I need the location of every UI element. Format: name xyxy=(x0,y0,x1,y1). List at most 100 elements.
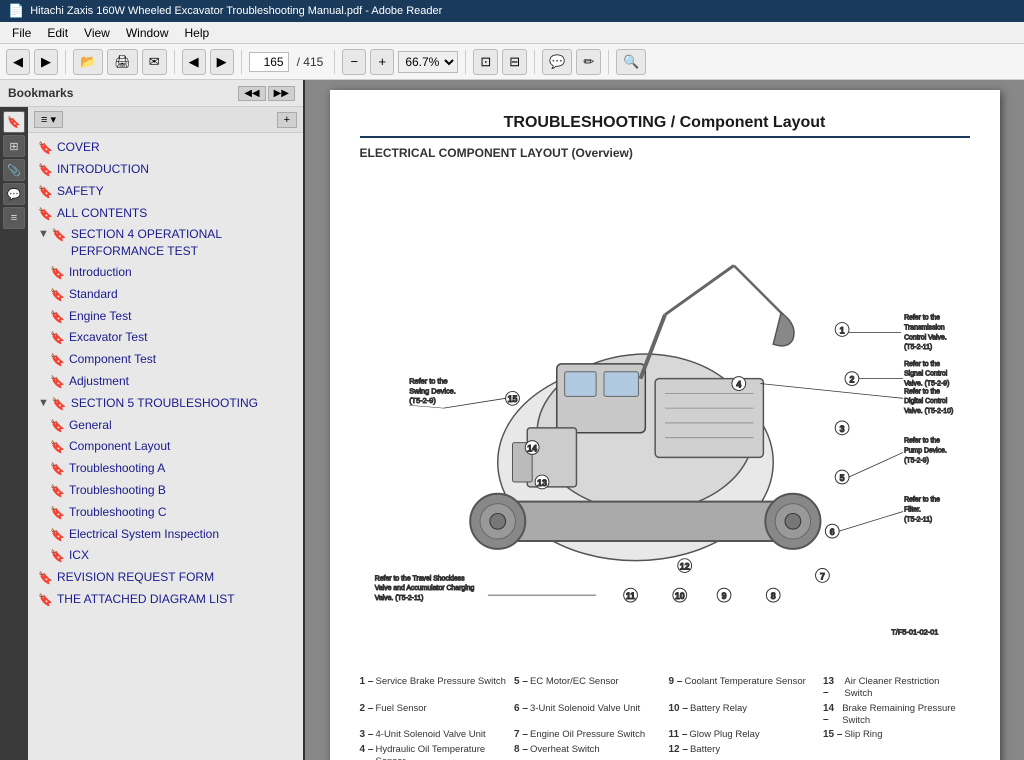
svg-text:Refer to the: Refer to the xyxy=(409,377,447,386)
back-btn[interactable]: ◀ xyxy=(6,49,30,75)
markup-btn[interactable]: ✏ xyxy=(576,49,601,75)
next-page-btn[interactable]: ▶ xyxy=(210,49,234,75)
expand-btn[interactable]: ▶▶ xyxy=(268,86,295,101)
bookmark-section5[interactable]: ▼ 🔖 SECTION 5 TROUBLESHOOTING xyxy=(28,393,303,415)
bookmarks-options-btn[interactable]: ≡ ▾ xyxy=(34,111,63,128)
svg-text:5: 5 xyxy=(839,473,844,483)
svg-text:Valve and Accumulator Charging: Valve and Accumulator Charging xyxy=(374,585,474,592)
zoom-in-btn[interactable]: + xyxy=(370,49,394,75)
sidebar: Bookmarks ◀◀ ▶▶ 🔖 ⊞ 📎 💬 ≡ ≡ ▾ + xyxy=(0,80,305,760)
bookmark-label: ICX xyxy=(69,547,297,564)
separator-3 xyxy=(241,50,242,74)
menu-help[interactable]: Help xyxy=(177,24,218,42)
bookmark-engine-test[interactable]: 🔖 Engine Test xyxy=(28,306,303,328)
bookmark-cover[interactable]: 🔖 COVER xyxy=(28,137,303,159)
bookmark-troubleshooting-c[interactable]: 🔖 Troubleshooting C xyxy=(28,502,303,524)
bookmark-safety[interactable]: 🔖 SAFETY xyxy=(28,181,303,203)
bookmark-label: ALL CONTENTS xyxy=(57,205,297,222)
pages-tab[interactable]: ⊞ xyxy=(3,135,25,157)
bookmark-icon: 🔖 xyxy=(52,396,67,413)
attachments-tab[interactable]: 📎 xyxy=(3,159,25,181)
svg-text:13: 13 xyxy=(537,478,547,488)
prev-page-btn[interactable]: ◀ xyxy=(182,49,206,75)
svg-text:(T5-2-11): (T5-2-11) xyxy=(904,344,932,351)
menu-edit[interactable]: Edit xyxy=(39,24,76,42)
bookmark-icon: 🔖 xyxy=(38,140,53,157)
print-btn[interactable]: 🖨 xyxy=(107,49,138,75)
bookmark-troubleshooting-b[interactable]: 🔖 Troubleshooting B xyxy=(28,480,303,502)
svg-text:Digital Control: Digital Control xyxy=(904,398,948,405)
bookmark-label: REVISION REQUEST FORM xyxy=(57,569,297,586)
svg-text:Pump Device.: Pump Device. xyxy=(904,447,947,454)
bookmark-attached-diagram[interactable]: 🔖 THE ATTACHED DIAGRAM LIST xyxy=(28,589,303,611)
collapse-btn[interactable]: ◀◀ xyxy=(238,86,265,101)
svg-text:Valve. (T5-2-10): Valve. (T5-2-10) xyxy=(904,408,953,415)
bookmark-icx[interactable]: 🔖 ICX xyxy=(28,545,303,567)
svg-text:Refer to the: Refer to the xyxy=(904,315,940,322)
legend-10: 10 – Battery Relay xyxy=(669,703,816,728)
comments-tab[interactable]: 💬 xyxy=(3,183,25,205)
toggle-icon[interactable]: ▼ xyxy=(38,396,49,411)
svg-text:Valve. (T5-2-11): Valve. (T5-2-11) xyxy=(374,595,423,602)
bookmark-component-layout[interactable]: 🔖 Component Layout xyxy=(28,436,303,458)
bookmark-label: Component Test xyxy=(69,351,297,368)
zoom-out-btn[interactable]: − xyxy=(342,49,366,75)
bookmark-label: Standard xyxy=(69,286,297,303)
legend-11: 11 – Glow Plug Relay xyxy=(669,729,816,741)
email-btn[interactable]: ✉ xyxy=(142,49,167,75)
menu-window[interactable]: Window xyxy=(118,24,177,42)
bookmark-label: Adjustment xyxy=(69,373,297,390)
bookmark-general[interactable]: 🔖 General xyxy=(28,415,303,437)
bookmark-introduction[interactable]: 🔖 INTRODUCTION xyxy=(28,159,303,181)
bookmark-revision[interactable]: 🔖 REVISION REQUEST FORM xyxy=(28,567,303,589)
legend-9: 9 – Coolant Temperature Sensor xyxy=(669,676,816,701)
bookmark-troubleshooting-a[interactable]: 🔖 Troubleshooting A xyxy=(28,458,303,480)
bookmark-label: Engine Test xyxy=(69,308,297,325)
bookmark-electrical-inspection[interactable]: 🔖 Electrical System Inspection xyxy=(28,524,303,546)
legend-1: 1 – Service Brake Pressure Switch xyxy=(360,676,507,701)
bookmark-icon: 🔖 xyxy=(50,287,65,304)
open-btn[interactable]: 📂 xyxy=(73,49,103,75)
svg-text:2: 2 xyxy=(849,375,854,385)
bookmark-icon: 🔖 xyxy=(50,461,65,478)
bookmark-all-contents[interactable]: 🔖 ALL CONTENTS xyxy=(28,203,303,225)
menu-view[interactable]: View xyxy=(76,24,118,42)
bookmark-adjustment[interactable]: 🔖 Adjustment xyxy=(28,371,303,393)
bookmarks-list: 🔖 COVER 🔖 INTRODUCTION 🔖 SAFETY 🔖 ALL CO… xyxy=(28,133,303,760)
fit-page-btn[interactable]: ⊡ xyxy=(473,49,498,75)
svg-text:Refer to the: Refer to the xyxy=(904,361,940,368)
svg-text:Refer to the Travel Shockless: Refer to the Travel Shockless xyxy=(374,575,464,582)
bookmarks-title: Bookmarks xyxy=(8,86,73,100)
bookmarks-tab[interactable]: 🔖 xyxy=(3,111,25,133)
forward-btn[interactable]: ▶ xyxy=(34,49,58,75)
bookmark-standard[interactable]: 🔖 Standard xyxy=(28,284,303,306)
toggle-icon[interactable]: ▼ xyxy=(38,227,49,242)
legend-12: 12 – Battery xyxy=(669,744,816,760)
svg-text:14: 14 xyxy=(527,443,537,453)
svg-text:6: 6 xyxy=(829,527,834,537)
page-number-input[interactable]: 165 xyxy=(249,52,289,72)
find-btn[interactable]: 🔍 xyxy=(616,49,646,75)
svg-text:T/F5-01-02-01: T/F5-01-02-01 xyxy=(891,627,938,636)
bookmark-component-test[interactable]: 🔖 Component Test xyxy=(28,349,303,371)
bookmark-label: Troubleshooting A xyxy=(69,460,297,477)
bookmark-intro-sub[interactable]: 🔖 Introduction xyxy=(28,262,303,284)
legend-8: 8 – Overheat Switch xyxy=(514,744,661,760)
bookmark-section4[interactable]: ▼ 🔖 SECTION 4 OPERATIONAL PERFORMANCE TE… xyxy=(28,224,303,262)
legend-4: 4 – Hydraulic Oil Temperature Sensor xyxy=(360,744,507,760)
menu-file[interactable]: File xyxy=(4,24,39,42)
separator-1 xyxy=(65,50,66,74)
fit-width-btn[interactable]: ⊟ xyxy=(502,49,527,75)
svg-text:4: 4 xyxy=(736,380,741,390)
zoom-select[interactable]: 66.7% 75% 100% 125% xyxy=(398,51,458,73)
layers-tab[interactable]: ≡ xyxy=(3,207,25,229)
legend-6: 6 – 3-Unit Solenoid Valve Unit xyxy=(514,703,661,728)
component-layout-diagram: 1 2 3 4 5 xyxy=(360,168,970,668)
svg-text:Refer to the: Refer to the xyxy=(904,438,940,445)
svg-text:Swing Device.: Swing Device. xyxy=(409,386,456,395)
comment-btn[interactable]: 💬 xyxy=(542,49,572,75)
legend-13: 13 – Air Cleaner Restriction Switch xyxy=(823,676,970,701)
bookmarks-new-btn[interactable]: + xyxy=(277,112,297,128)
bookmark-excavator-test[interactable]: 🔖 Excavator Test xyxy=(28,327,303,349)
bookmarks-toolbar: ≡ ▾ + xyxy=(28,107,303,133)
